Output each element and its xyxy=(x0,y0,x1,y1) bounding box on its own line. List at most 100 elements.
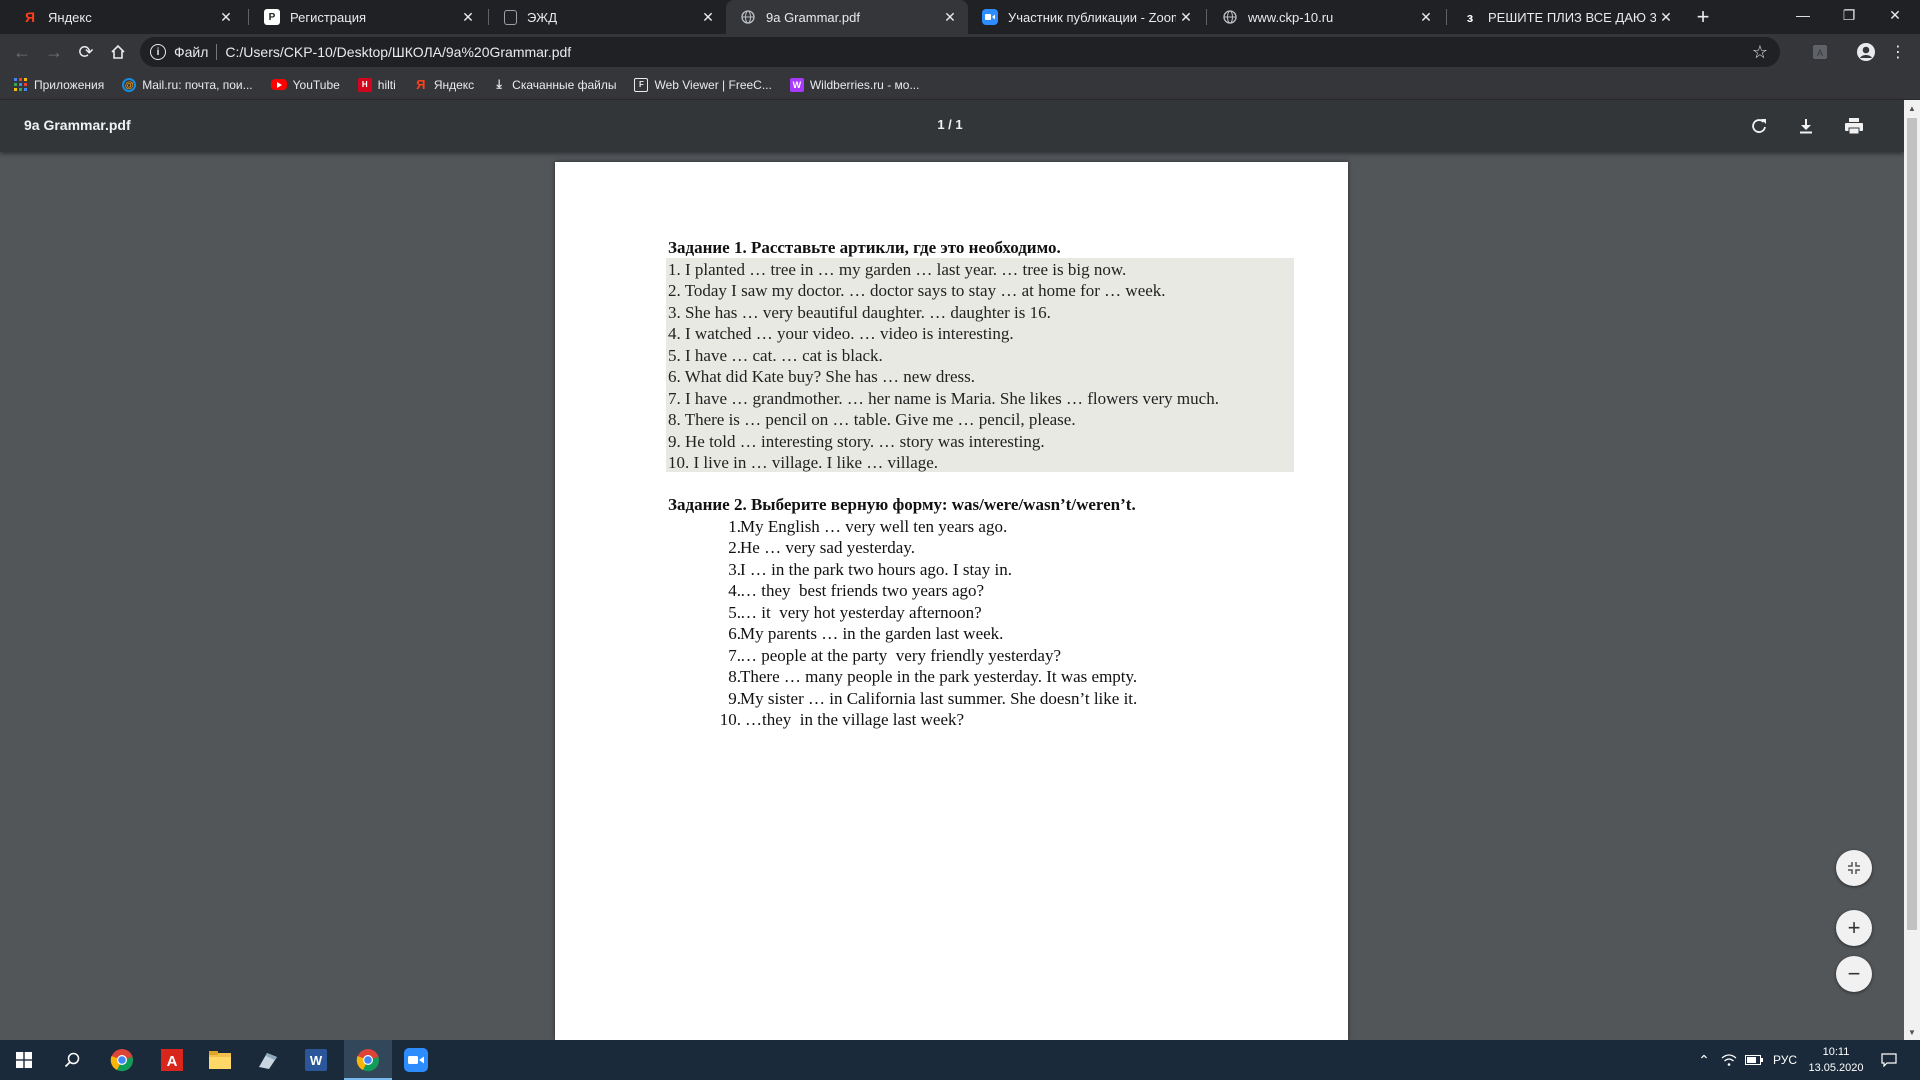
print-button[interactable] xyxy=(1840,112,1868,140)
bookmark-hilti[interactable]: H hilti xyxy=(357,77,396,92)
taskbar-chrome-active[interactable] xyxy=(344,1040,392,1080)
close-icon[interactable]: ✕ xyxy=(216,7,236,27)
yandex-icon: Я xyxy=(24,9,36,25)
wildberries-icon: W xyxy=(789,77,804,92)
app-icon xyxy=(259,1053,277,1069)
profile-avatar[interactable] xyxy=(1852,38,1880,66)
url-text[interactable]: C:/Users/CKP-10/Desktop/ШКОЛА/9a%20Gramm… xyxy=(225,44,571,60)
tab-strip: Я Яндекс ✕ Р Регистрация ✕ ЭЖД ✕ 9a Gram… xyxy=(0,0,1920,34)
taskbar-acrobat[interactable]: A xyxy=(148,1040,196,1080)
freecad-icon: F xyxy=(634,77,649,92)
reload-button[interactable]: ⟳ xyxy=(72,38,100,66)
notifications-icon[interactable] xyxy=(1874,1040,1904,1080)
close-icon[interactable]: ✕ xyxy=(1176,7,1196,27)
rotate-button[interactable] xyxy=(1745,112,1773,140)
task2-item-text: … people at the party very friendly yest… xyxy=(740,646,1061,665)
tab-zoom[interactable]: Участник публикации - Zoom ✕ xyxy=(968,0,1204,34)
windows-taskbar: A W ⌃ РУС 10:11 13.05.2020 xyxy=(0,1040,1920,1080)
task2-item-text: … it very hot yesterday afternoon? xyxy=(740,603,982,622)
close-icon[interactable]: ✕ xyxy=(1656,7,1676,27)
bookmark-label: Wildberries.ru - мо... xyxy=(809,77,920,92)
word-icon: W xyxy=(305,1049,327,1071)
tab-title: Регистрация xyxy=(290,9,366,25)
tab-9a-grammar-pdf[interactable]: 9a Grammar.pdf ✕ xyxy=(726,0,968,34)
bookmark-star-icon[interactable]: ☆ xyxy=(1752,42,1768,63)
taskbar-file-explorer[interactable] xyxy=(196,1040,244,1080)
bookmarks-bar: Приложения @ Mail.ru: почта, пои... YouT… xyxy=(0,70,1920,100)
bookmark-mailru[interactable]: @ Mail.ru: почта, пои... xyxy=(122,77,253,92)
close-icon[interactable]: ✕ xyxy=(698,7,718,27)
tab-title: Яндекс xyxy=(48,9,92,25)
task2-item-text: I … in the park two hours ago. I stay in… xyxy=(740,560,1012,579)
minimize-button[interactable]: — xyxy=(1780,0,1826,30)
bookmark-label: Web Viewer | FreeC... xyxy=(654,77,772,92)
close-icon[interactable]: ✕ xyxy=(1416,7,1436,27)
zoom-icon xyxy=(982,9,998,25)
tab-title: РЕШИТЕ ПЛИЗ ВСЕ ДАЮ 30 БАЛ xyxy=(1488,9,1656,25)
bookmark-label: hilti xyxy=(377,77,396,92)
menu-icon[interactable]: ⋮ xyxy=(1884,38,1912,66)
zoom-in-button[interactable]: + xyxy=(1836,910,1872,946)
task2-item-number: 7. xyxy=(728,646,741,665)
apps-grid-icon xyxy=(14,77,28,92)
tab-title: ЭЖД xyxy=(527,9,557,25)
vertical-scrollbar[interactable]: ▲ ▼ xyxy=(1904,100,1920,1040)
taskbar-search-button[interactable] xyxy=(48,1040,96,1080)
fit-page-icon xyxy=(1848,862,1860,874)
tab-ezhd[interactable]: ЭЖД ✕ xyxy=(490,0,726,34)
scroll-thumb[interactable] xyxy=(1907,118,1917,930)
task2-item-text: …they in the village last week? xyxy=(745,710,965,729)
task1-line: 10. I live in … village. I like … villag… xyxy=(668,453,939,472)
download-button[interactable] xyxy=(1792,112,1820,140)
bookmark-yandex[interactable]: Я Яндекс xyxy=(414,77,474,92)
tab-registration[interactable]: Р Регистрация ✕ xyxy=(250,0,486,34)
tab-title: 9a Grammar.pdf xyxy=(766,9,860,25)
page-indicator[interactable]: 1 / 1 xyxy=(930,117,970,132)
pdf-title: 9a Grammar.pdf xyxy=(24,117,131,133)
taskbar-app[interactable] xyxy=(244,1040,292,1080)
bookmark-apps[interactable]: Приложения xyxy=(14,77,105,92)
bookmark-label: Приложения xyxy=(34,77,105,92)
close-icon[interactable]: ✕ xyxy=(940,7,960,27)
globe-icon xyxy=(1222,9,1238,25)
bookmark-wildberries[interactable]: W Wildberries.ru - мо... xyxy=(789,77,920,92)
zoom-out-button[interactable]: − xyxy=(1836,956,1872,992)
home-button[interactable] xyxy=(104,38,132,66)
scroll-down-arrow[interactable]: ▼ xyxy=(1904,1024,1920,1040)
windows-start-button[interactable] xyxy=(0,1040,48,1080)
address-bar[interactable]: i Файл C:/Users/CKP-10/Desktop/ШКОЛА/9a%… xyxy=(140,37,1780,67)
tray-overflow-icon[interactable]: ⌃ xyxy=(1694,1040,1714,1080)
taskbar-word[interactable]: W xyxy=(292,1040,340,1080)
restore-button[interactable]: ❐ xyxy=(1826,0,1872,30)
forward-button[interactable]: → xyxy=(40,38,68,66)
svg-text:W: W xyxy=(310,1053,323,1068)
language-indicator[interactable]: РУС xyxy=(1768,1040,1802,1080)
close-icon[interactable]: ✕ xyxy=(458,7,478,27)
scroll-up-arrow[interactable]: ▲ xyxy=(1904,100,1920,116)
bookmark-freecad[interactable]: F Web Viewer | FreeC... xyxy=(634,77,772,92)
tab-yandex[interactable]: Я Яндекс ✕ xyxy=(8,0,244,34)
fit-to-page-button[interactable] xyxy=(1836,850,1872,886)
taskbar-chrome[interactable] xyxy=(98,1040,146,1080)
close-window-button[interactable]: ✕ xyxy=(1872,0,1918,30)
page-icon: Р xyxy=(264,9,280,25)
task2-item-number: 4. xyxy=(728,581,741,600)
task2-item-text: … they best friends two years ago? xyxy=(740,581,985,600)
network-icon[interactable] xyxy=(1718,1040,1740,1080)
task2-item-number: 5. xyxy=(728,603,741,622)
bookmark-label: Mail.ru: почта, пои... xyxy=(142,77,253,92)
info-icon[interactable]: i xyxy=(150,44,166,60)
clock-time: 10:11 xyxy=(1822,1046,1850,1058)
back-button[interactable]: ← xyxy=(8,38,36,66)
clock[interactable]: 10:11 13.05.2020 xyxy=(1806,1040,1866,1080)
task2-item-number: 6. xyxy=(728,624,741,643)
pdf-extension-icon[interactable]: A xyxy=(1806,38,1834,66)
battery-icon[interactable] xyxy=(1742,1040,1766,1080)
tab-ckp-10[interactable]: www.ckp-10.ru ✕ xyxy=(1208,0,1444,34)
bookmark-downloads[interactable]: ⤓ Скачанные файлы xyxy=(492,77,617,92)
taskbar-zoom[interactable] xyxy=(392,1040,440,1080)
new-tab-button[interactable]: + xyxy=(1690,4,1716,30)
task2-item-text: My sister … in California last summer. S… xyxy=(740,689,1138,708)
bookmark-youtube[interactable]: YouTube xyxy=(270,78,340,92)
tab-znanija[interactable]: з РЕШИТЕ ПЛИЗ ВСЕ ДАЮ 30 БАЛ ✕ xyxy=(1448,0,1684,34)
